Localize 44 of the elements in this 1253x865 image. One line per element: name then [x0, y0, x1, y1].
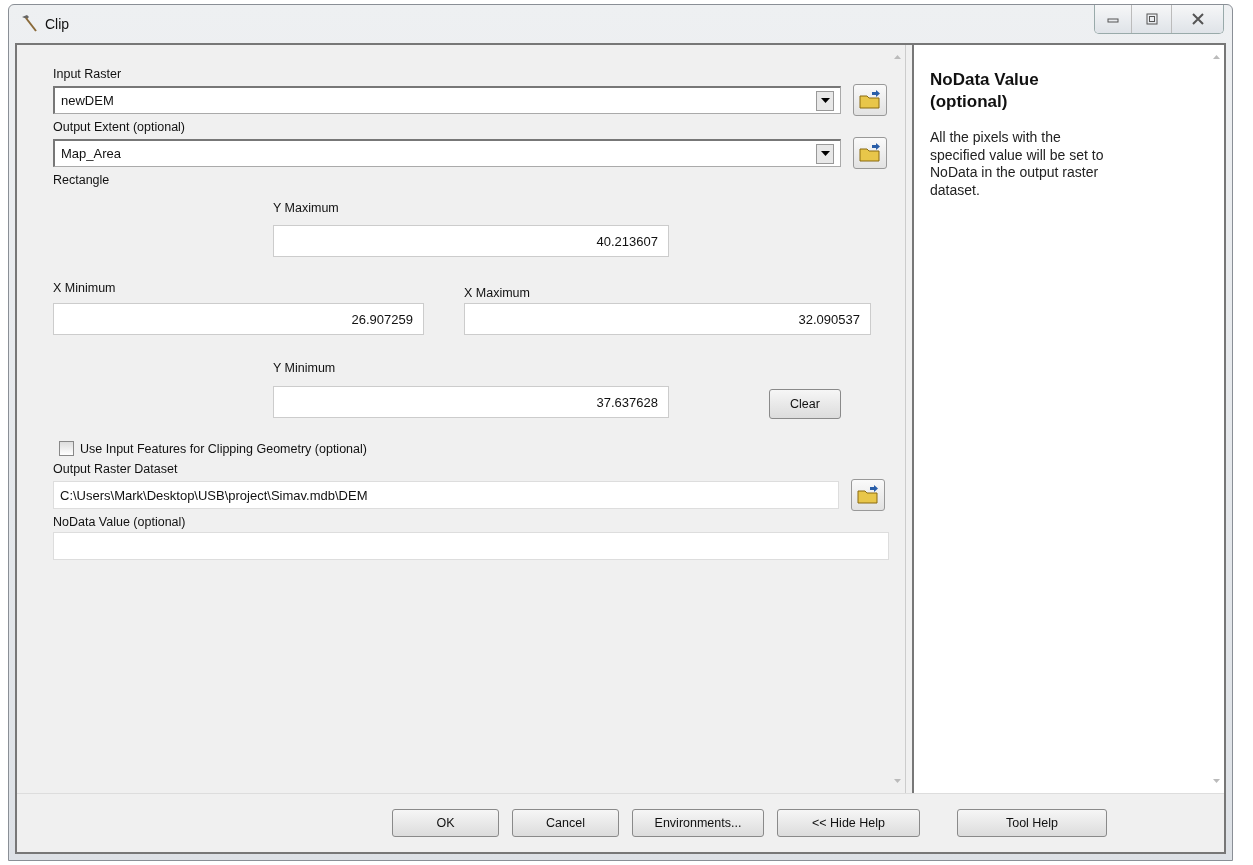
- dialog-button[interactable]: Cancel: [512, 809, 619, 837]
- window-title: Clip: [45, 16, 70, 32]
- close-button[interactable]: [1171, 5, 1223, 33]
- x-maximum-field[interactable]: 32.090537: [464, 303, 871, 335]
- y-maximum-field[interactable]: 40.213607: [273, 225, 669, 257]
- help-text: All the pixels with the specified value will be set to NoData in the output raster dataset.: [930, 129, 1105, 200]
- input-raster-dropdown[interactable]: newDEM: [53, 86, 841, 114]
- field-label: Output Raster Dataset: [53, 462, 179, 476]
- scroll-up-icon[interactable]: [1212, 55, 1220, 59]
- field-label: Output Extent (optional): [53, 120, 187, 134]
- clear-button[interactable]: Clear: [769, 389, 841, 419]
- nodata-field[interactable]: [53, 532, 889, 560]
- maximize-icon: [1145, 13, 1158, 25]
- dialog-button[interactable]: << Hide Help: [777, 809, 920, 837]
- folder-icon: [857, 485, 879, 505]
- scroll-down-icon[interactable]: [1212, 779, 1220, 783]
- dropdown-arrow-icon: [820, 151, 830, 156]
- help-title: NoData Value (optional): [930, 69, 1040, 114]
- field-label: NoData Value (optional): [53, 515, 187, 529]
- maximize-button[interactable]: [1131, 5, 1171, 33]
- minimize-icon: [1107, 15, 1119, 23]
- field-label: Y Minimum: [273, 361, 337, 375]
- field-label: Y Maximum: [273, 201, 340, 215]
- browse-button[interactable]: [853, 84, 887, 116]
- close-icon: [1190, 13, 1205, 25]
- field-label: Input Raster: [53, 67, 123, 81]
- x-minimum-field[interactable]: 26.907259: [53, 303, 424, 335]
- output-extent-dropdown[interactable]: Map_Area: [53, 139, 841, 167]
- browse-button[interactable]: [853, 137, 887, 169]
- checkbox[interactable]: [59, 441, 74, 456]
- browse-button[interactable]: [851, 479, 885, 511]
- y-minimum-field[interactable]: 37.637628: [273, 386, 669, 418]
- dropdown-arrow-icon: [820, 98, 830, 103]
- dialog-button[interactable]: OK: [392, 809, 499, 837]
- folder-icon: [859, 143, 881, 163]
- field-label: X Minimum: [53, 281, 117, 295]
- section-label: Rectangle: [53, 173, 111, 187]
- field-label: X Maximum: [464, 286, 531, 300]
- checkbox-label: Use Input Features for Clipping Geometry (optional): [80, 441, 367, 456]
- output-raster-field[interactable]: C:\Users\Mark\Desktop\USB\project\Simav.mdb\DEM: [53, 481, 839, 509]
- minimize-button[interactable]: [1095, 5, 1131, 33]
- dialog-button[interactable]: Environments...: [632, 809, 764, 837]
- dialog-button[interactable]: Tool Help: [957, 809, 1107, 837]
- folder-icon: [859, 90, 881, 110]
